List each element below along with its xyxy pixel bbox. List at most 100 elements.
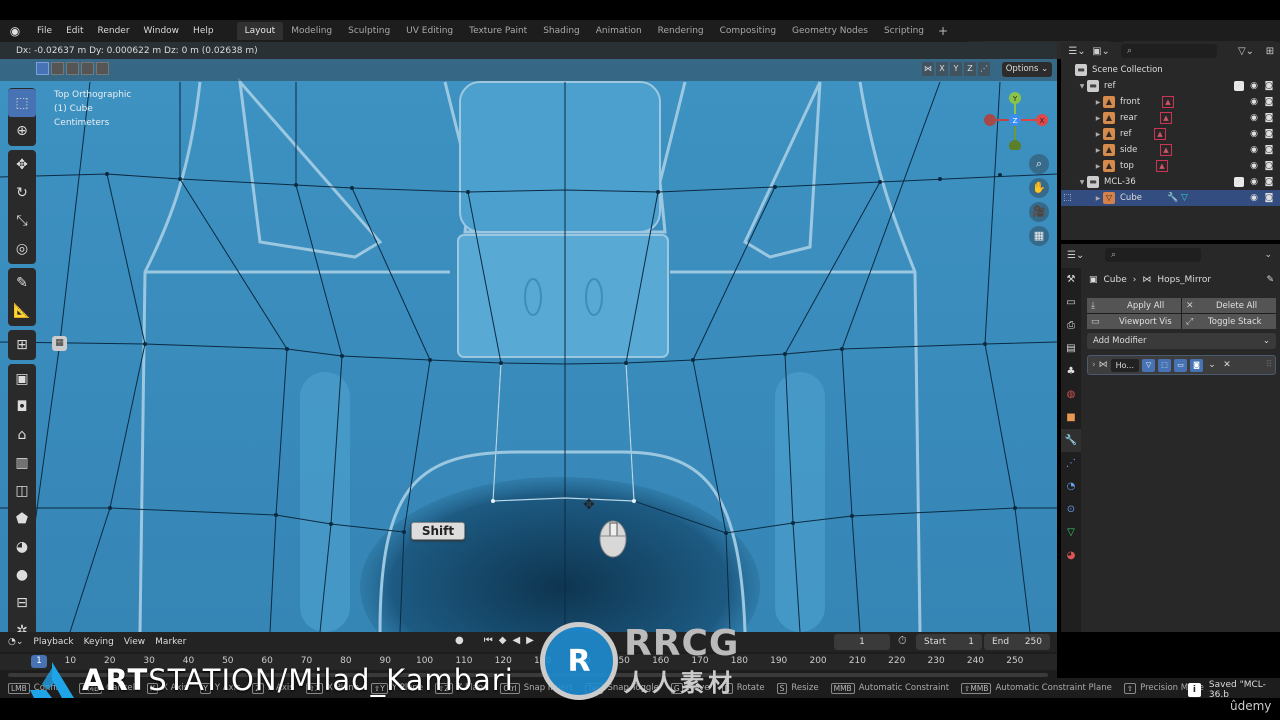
expand-arrow-icon[interactable]: ▶ [1093, 115, 1103, 122]
particles-tab-icon[interactable]: ⋰ [1061, 452, 1081, 475]
tool-tab-icon[interactable]: ⚒ [1061, 268, 1081, 291]
object-tab-icon[interactable]: ■ [1061, 406, 1081, 429]
apply-all-button[interactable]: ⤓ Apply All [1087, 298, 1181, 313]
camera-render-icon[interactable]: ◙ [1264, 129, 1274, 139]
mirror-y-toggle[interactable]: Y [950, 62, 962, 76]
expand-arrow-icon[interactable]: ▶ [1093, 195, 1103, 202]
tab-scripting[interactable]: Scripting [876, 22, 932, 40]
eye-icon[interactable]: ◉ [1249, 113, 1259, 123]
playback-menu[interactable]: Playback [33, 637, 73, 647]
eye-icon[interactable]: ◉ [1249, 81, 1259, 91]
eye-icon[interactable]: ◉ [1249, 145, 1259, 155]
pan-view-icon[interactable]: ✋ [1029, 178, 1049, 198]
zoom-view-icon[interactable]: ⌕ [1029, 154, 1049, 174]
toggle-stack-button[interactable]: ⤢ Toggle Stack [1182, 314, 1276, 329]
edit-mode-toggle-icon[interactable]: ⬚ [1158, 358, 1172, 372]
expand-arrow-icon[interactable]: ▶ [1093, 163, 1103, 170]
filter-icon[interactable]: ▽⌄ [1236, 46, 1256, 57]
drag-handle-icon[interactable]: ⠿ [1263, 360, 1275, 370]
eye-icon[interactable]: ◉ [1249, 161, 1259, 171]
play-reverse-icon[interactable]: ◀ [512, 635, 520, 646]
outliner-row-top[interactable]: ▶ ▲ top ▲ ◉ ◙ [1061, 158, 1280, 174]
expand-arrow-icon[interactable]: ▶ [1093, 99, 1103, 106]
edit-cage-toggle-icon[interactable]: ▽ [1142, 358, 1156, 372]
image-data-icon[interactable]: ▲ [1160, 144, 1172, 156]
new-collection-icon[interactable]: ⊞ [1260, 46, 1280, 57]
rotate-tool-icon[interactable]: ↻ [8, 179, 36, 207]
modifier-name-field[interactable]: Ho... [1110, 358, 1140, 372]
outliner-row-mcl36-collection[interactable]: ▼ ▬ MCL-36 ✓ ◉ ◙ [1061, 174, 1280, 190]
viewport-vis-button[interactable]: ▭ Viewport Vis [1087, 314, 1181, 329]
add-modifier-dropdown[interactable]: Add Modifier ⌄ [1087, 333, 1276, 349]
editor-type-icon[interactable]: ☰⌄ [1067, 250, 1089, 261]
tab-compositing[interactable]: Compositing [712, 22, 784, 40]
outliner-row-rear[interactable]: ▶ ▲ rear ▲ ◉ ◙ [1061, 110, 1280, 126]
expand-arrow-icon[interactable]: ▼ [1077, 179, 1087, 186]
select-subtract-mode-icon[interactable] [66, 62, 79, 75]
tab-modeling[interactable]: Modeling [283, 22, 340, 40]
keying-menu[interactable]: Keying [84, 637, 114, 647]
menu-window[interactable]: Window [137, 20, 187, 42]
options-chevron-icon[interactable]: ⌄ [1264, 250, 1272, 260]
eye-icon[interactable]: ◉ [1249, 97, 1259, 107]
modifier-tab-icon[interactable]: 🔧 [1061, 429, 1081, 452]
record-keyframe-icon[interactable]: ● [455, 635, 464, 646]
outliner-row-scene-collection[interactable]: ▬ Scene Collection [1061, 62, 1280, 78]
tab-shading[interactable]: Shading [535, 22, 588, 40]
select-invert-mode-icon[interactable] [81, 62, 94, 75]
outliner-row-cube[interactable]: ⬚ ▶ ▽ Cube 🔧 ▽ ◉ ◙ [1061, 190, 1280, 206]
prev-keyframe-icon[interactable]: ◆ [499, 635, 507, 646]
render-toggle-icon[interactable]: ◙ [1190, 358, 1204, 372]
expand-arrow-icon[interactable]: ▼ [1077, 83, 1087, 90]
view-layer-tab-icon[interactable]: ▤ [1061, 337, 1081, 360]
properties-search-input[interactable]: ⌕ [1105, 248, 1201, 262]
cursor-tool-icon[interactable]: ⊕ [8, 117, 36, 145]
viewport-toggle-icon[interactable]: ▭ [1174, 358, 1188, 372]
ortho-toggle-icon[interactable]: ▦ [1029, 226, 1049, 246]
tab-texture-paint[interactable]: Texture Paint [461, 22, 535, 40]
tab-rendering[interactable]: Rendering [650, 22, 712, 40]
render-tab-icon[interactable]: ▭ [1061, 291, 1081, 314]
display-mode-icon[interactable]: ☰⌄ [1067, 46, 1087, 57]
tab-layout[interactable]: Layout [236, 22, 284, 40]
shrink-fatten-tool-icon[interactable]: ✲ [8, 617, 36, 632]
world-tab-icon[interactable]: ◍ [1061, 383, 1081, 406]
camera-render-icon[interactable]: ◙ [1264, 161, 1274, 171]
edit-mode-icon[interactable]: ⬚ [1063, 193, 1072, 203]
view-menu[interactable]: View [124, 637, 145, 647]
select-extend-mode-icon[interactable] [51, 62, 64, 75]
spin-tool-icon[interactable]: ◕ [8, 533, 36, 561]
edge-slide-tool-icon[interactable]: ⊟ [8, 589, 36, 617]
expand-arrow-icon[interactable]: ▶ [1093, 131, 1103, 138]
navigation-gizmo[interactable]: Y Z X [980, 90, 1050, 150]
eye-icon[interactable]: ◉ [1249, 177, 1259, 187]
image-data-icon[interactable]: ▲ [1156, 160, 1168, 172]
outliner-row-front[interactable]: ▶ ▲ front ▲ ◉ ◙ [1061, 94, 1280, 110]
camera-render-icon[interactable]: ◙ [1264, 145, 1274, 155]
options-dropdown[interactable]: Options ⌄ [1002, 62, 1052, 77]
select-new-mode-icon[interactable] [36, 62, 49, 75]
mirror-x-toggle[interactable]: X [936, 62, 948, 76]
camera-render-icon[interactable]: ◙ [1264, 113, 1274, 123]
menu-edit[interactable]: Edit [59, 20, 90, 42]
start-frame-field[interactable]: Start 1 [916, 634, 982, 650]
eye-icon[interactable]: ◉ [1249, 129, 1259, 139]
loop-cut-tool-icon[interactable]: ▥ [8, 449, 36, 477]
physics-tab-icon[interactable]: ◔ [1061, 475, 1081, 498]
outliner-search-input[interactable]: ⌕ [1121, 44, 1217, 58]
tab-geometry-nodes[interactable]: Geometry Nodes [784, 22, 876, 40]
menu-file[interactable]: File [30, 20, 59, 42]
eye-icon[interactable]: ◉ [1249, 193, 1259, 203]
expand-arrow-icon[interactable]: ▶ [1093, 147, 1103, 154]
measure-tool-icon[interactable]: 📐 [8, 297, 36, 325]
camera-render-icon[interactable]: ◙ [1264, 177, 1274, 187]
mesh-canvas[interactable] [0, 42, 1057, 632]
tab-animation[interactable]: Animation [588, 22, 650, 40]
exclude-checkbox[interactable]: ✓ [1234, 177, 1244, 187]
mirror-z-toggle[interactable]: Z [964, 62, 976, 76]
3d-viewport[interactable]: Dx: -0.02637 m Dy: 0.000622 m Dz: 0 m (0… [0, 42, 1057, 632]
add-cube-tool-icon[interactable]: ⊞ [8, 331, 36, 359]
delete-all-button[interactable]: ✕ Delete All [1182, 298, 1276, 313]
extrude-tool-icon[interactable]: ▣ [8, 365, 36, 393]
remove-modifier-icon[interactable]: ✕ [1221, 360, 1233, 370]
